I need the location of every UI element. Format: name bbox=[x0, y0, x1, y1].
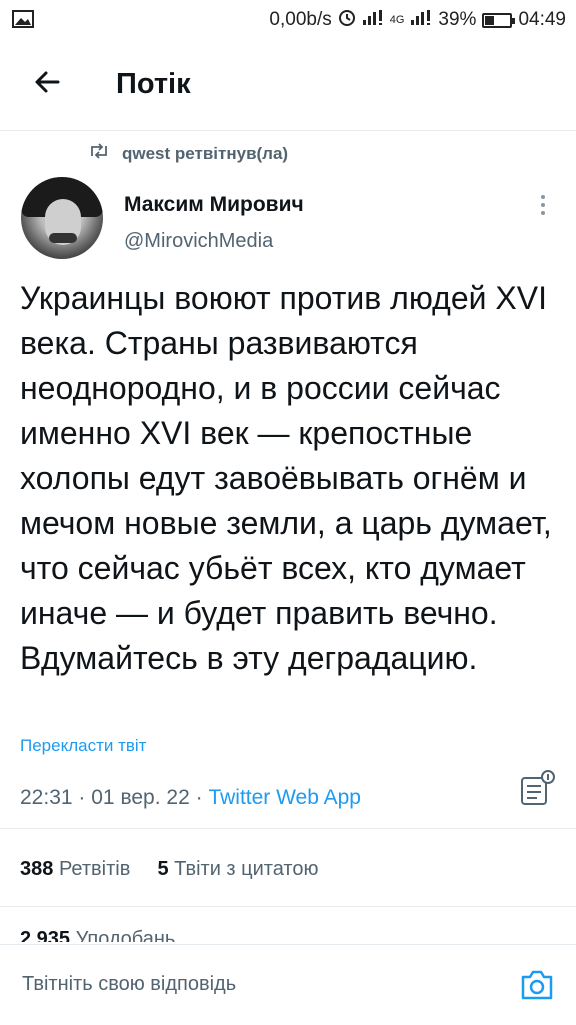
signal-label: 4G bbox=[389, 14, 405, 26]
retweets-count: 388 bbox=[20, 858, 54, 880]
battery-icon bbox=[482, 12, 516, 28]
analytics-icon[interactable] bbox=[517, 768, 557, 808]
reply-bar: Твітніть свою відповідь bbox=[0, 944, 576, 1025]
status-right: 0,00b/s 4G 39% 04:49 bbox=[269, 8, 566, 32]
avatar[interactable] bbox=[21, 177, 103, 259]
translate-link[interactable]: Перекласти твіт bbox=[20, 736, 146, 756]
gallery-icon bbox=[12, 10, 34, 34]
avatar-beard bbox=[49, 233, 77, 243]
signal-icon bbox=[362, 9, 384, 31]
author-handle[interactable]: @MirovichMedia bbox=[124, 230, 273, 253]
tweet-time: 22:31 bbox=[20, 786, 73, 809]
retweets-stat[interactable]: 388 Ретвітів bbox=[20, 858, 130, 880]
quotes-label: Твіти з цитатою bbox=[174, 858, 319, 880]
network-speed: 0,00b/s bbox=[269, 9, 332, 30]
divider bbox=[0, 906, 576, 907]
source-app-link[interactable]: Twitter Web App bbox=[208, 786, 361, 809]
retweet-label: qwest ретвітнув(ла) bbox=[122, 143, 289, 163]
divider bbox=[0, 828, 576, 829]
reply-input[interactable]: Твітніть свою відповідь bbox=[22, 973, 236, 996]
retweet-icon bbox=[88, 143, 110, 164]
likes-count: 2 935 bbox=[20, 928, 71, 942]
retweets-label: Ретвітів bbox=[58, 858, 131, 880]
battery-level bbox=[485, 15, 495, 25]
likes-stat[interactable]: 2 935 Уподобань bbox=[20, 928, 175, 942]
app-header: Потік bbox=[0, 38, 576, 131]
status-time: 04:49 bbox=[518, 9, 566, 30]
battery-percent: 39% bbox=[438, 9, 477, 30]
alarm-icon bbox=[338, 8, 356, 32]
meta-separator-2: · bbox=[195, 786, 203, 809]
signal-icon-2 bbox=[410, 9, 432, 31]
arrow-left-icon[interactable] bbox=[28, 62, 68, 102]
more-options-icon[interactable] bbox=[535, 190, 551, 220]
tweet-stats: 388 Ретвітів 5 Твіти з цитатою bbox=[20, 858, 318, 881]
tweet-meta: 22:31 · 01 вер. 22 · Twitter Web App bbox=[20, 786, 361, 810]
quotes-stat[interactable]: 5 Твіти з цитатою bbox=[157, 858, 318, 880]
author-name[interactable]: Максим Мирович bbox=[124, 193, 304, 217]
quotes-count: 5 bbox=[157, 858, 169, 880]
meta-separator: · bbox=[78, 786, 86, 809]
tweet-text: Украинцы воюют против людей XVI века. Ст… bbox=[20, 280, 552, 676]
likes-label: Уподобань bbox=[75, 928, 176, 942]
retweet-context[interactable]: qwest ретвітнув(ла) bbox=[88, 143, 288, 164]
tweet-date: 01 вер. 22 bbox=[91, 786, 190, 809]
camera-icon[interactable] bbox=[519, 968, 555, 1002]
page-title: Потік bbox=[116, 68, 191, 100]
status-bar: 0,00b/s 4G 39% 04:49 bbox=[0, 0, 576, 38]
